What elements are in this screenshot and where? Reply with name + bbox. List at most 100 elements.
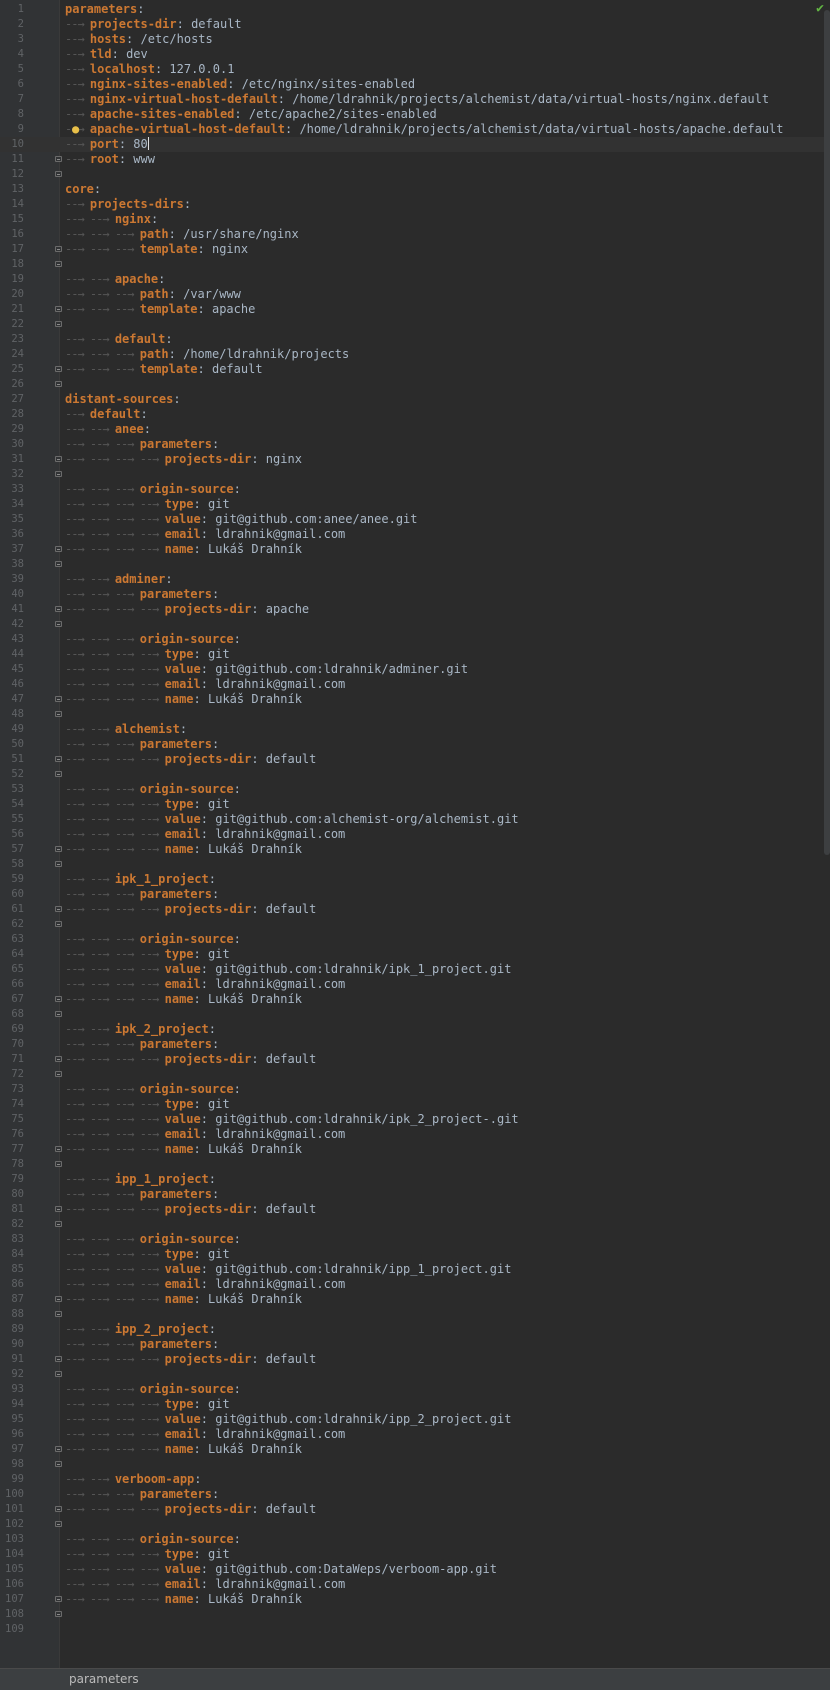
code-line[interactable]: 73 --→ --→ --→ origin-source: (0, 1082, 830, 1097)
code-line[interactable]: 66 --→ --→ --→ --→ email: ldrahnik@gmail.… (0, 977, 830, 992)
code-line[interactable]: 101 --→ --→ --→ --→ projects-dir: default (0, 1502, 830, 1517)
code-text[interactable]: --→ hosts: /etc/hosts (65, 32, 213, 47)
code-line[interactable]: 48 (0, 707, 830, 722)
code-line[interactable]: 23 --→ --→ default: (0, 332, 830, 347)
code-line[interactable]: 82 (0, 1217, 830, 1232)
code-line[interactable]: 2 --→ projects-dir: default (0, 17, 830, 32)
code-line[interactable]: 83 --→ --→ --→ origin-source: (0, 1232, 830, 1247)
code-text[interactable]: --→ --→ --→ --→ email: ldrahnik@gmail.co… (65, 527, 345, 542)
code-editor[interactable]: 1 parameters: 2 --→ projects-dir: default 3 -… (0, 0, 830, 1668)
code-line[interactable]: 84 --→ --→ --→ --→ type: git (0, 1247, 830, 1262)
code-line[interactable]: 17 --→ --→ --→ template: nginx (0, 242, 830, 257)
fold-toggle-icon[interactable] (55, 1506, 62, 1512)
code-line[interactable]: 107 --→ --→ --→ --→ name: Lukáš Drahník (0, 1592, 830, 1607)
code-line[interactable]: 39 --→ --→ adminer: (0, 572, 830, 587)
code-text[interactable]: --→ --→ --→ path: /home/ldrahnik/project… (65, 347, 349, 362)
code-text[interactable]: --→ apache-sites-enabled: /etc/apache2/s… (65, 107, 437, 122)
code-text[interactable]: --→ --→ --→ --→ value: git@github.com:an… (65, 512, 418, 527)
code-text[interactable]: --→ nginx-virtual-host-default: /home/ld… (65, 92, 769, 107)
code-line[interactable]: 51 --→ --→ --→ --→ projects-dir: default (0, 752, 830, 767)
code-line[interactable]: 77 --→ --→ --→ --→ name: Lukáš Drahník (0, 1142, 830, 1157)
code-text[interactable]: parameters: (65, 2, 144, 17)
code-text[interactable]: --→ --→ --→ --→ value: git@github.com:ld… (65, 1412, 511, 1427)
fold-toggle-icon[interactable] (55, 1161, 62, 1167)
code-line[interactable]: 95 --→ --→ --→ --→ value: git@github.com:… (0, 1412, 830, 1427)
fold-toggle-icon[interactable] (55, 306, 62, 312)
fold-toggle-icon[interactable] (55, 321, 62, 327)
code-line[interactable]: 3 --→ hosts: /etc/hosts (0, 32, 830, 47)
code-text[interactable]: --→ --→ --→ --→ type: git (65, 947, 230, 962)
code-text[interactable]: --→ --→ verboom-app: (65, 1472, 202, 1487)
code-text[interactable]: distant-sources: (65, 392, 181, 407)
code-text[interactable]: --→ --→ --→ --→ type: git (65, 1097, 230, 1112)
code-line[interactable]: 1 parameters: (0, 2, 830, 17)
code-text[interactable]: --→ --→ anee: (65, 422, 151, 437)
code-text[interactable]: --→ --→ --→ --→ projects-dir: default (65, 752, 316, 767)
code-line[interactable]: 85 --→ --→ --→ --→ value: git@github.com:… (0, 1262, 830, 1277)
code-text[interactable]: --→ localhost: 127.0.0.1 (65, 62, 234, 77)
code-line[interactable]: 99 --→ --→ verboom-app: (0, 1472, 830, 1487)
fold-toggle-icon[interactable] (55, 471, 62, 477)
code-line[interactable]: 29 --→ --→ anee: (0, 422, 830, 437)
code-line[interactable]: 52 (0, 767, 830, 782)
fold-toggle-icon[interactable] (55, 366, 62, 372)
fold-toggle-icon[interactable] (55, 1596, 62, 1602)
code-text[interactable]: --→ --→ --→ --→ email: ldrahnik@gmail.co… (65, 677, 345, 692)
code-text[interactable]: --→ --→ ipk_1_project: (65, 872, 216, 887)
code-text[interactable]: --→ --→ --→ --→ value: git@github.com:al… (65, 812, 519, 827)
code-line[interactable]: 74 --→ --→ --→ --→ type: git (0, 1097, 830, 1112)
code-line[interactable]: 97 --→ --→ --→ --→ name: Lukáš Drahník (0, 1442, 830, 1457)
code-line[interactable]: 12 (0, 167, 830, 182)
breadcrumb[interactable]: parameters (69, 1672, 139, 1686)
code-line[interactable]: 20 --→ --→ --→ path: /var/www (0, 287, 830, 302)
code-line[interactable]: 45 --→ --→ --→ --→ value: git@github.com:… (0, 662, 830, 677)
code-text[interactable]: --→ --→ --→ --→ value: git@github.com:Da… (65, 1562, 497, 1577)
code-line[interactable]: 47 --→ --→ --→ --→ name: Lukáš Drahník (0, 692, 830, 707)
code-line[interactable]: 80 --→ --→ --→ parameters: (0, 1187, 830, 1202)
code-line[interactable]: 76 --→ --→ --→ --→ email: ldrahnik@gmail.… (0, 1127, 830, 1142)
code-text[interactable]: --→ --→ --→ --→ projects-dir: default (65, 1202, 316, 1217)
code-text[interactable]: --→ --→ --→ parameters: (65, 1187, 219, 1202)
code-line[interactable]: 14 --→ projects-dirs: (0, 197, 830, 212)
code-line[interactable]: 60 --→ --→ --→ parameters: (0, 887, 830, 902)
code-text[interactable]: --→ --→ --→ --→ projects-dir: default (65, 902, 316, 917)
code-line[interactable]: 40 --→ --→ --→ parameters: (0, 587, 830, 602)
code-line[interactable]: 28 --→ default: (0, 407, 830, 422)
fold-toggle-icon[interactable] (55, 606, 62, 612)
code-line[interactable]: 43 --→ --→ --→ origin-source: (0, 632, 830, 647)
code-line[interactable]: 24 --→ --→ --→ path: /home/ldrahnik/proje… (0, 347, 830, 362)
fold-toggle-icon[interactable] (55, 1311, 62, 1317)
code-text[interactable]: --→ --→ --→ parameters: (65, 437, 219, 452)
fold-toggle-icon[interactable] (55, 756, 62, 762)
code-line[interactable]: 8 --→ apache-sites-enabled: /etc/apache2/… (0, 107, 830, 122)
code-text[interactable]: --→ --→ --→ parameters: (65, 1037, 219, 1052)
code-text[interactable]: --→ --→ --→ origin-source: (65, 782, 241, 797)
code-line[interactable]: 32 (0, 467, 830, 482)
fold-toggle-icon[interactable] (55, 696, 62, 702)
fold-toggle-icon[interactable] (55, 771, 62, 777)
code-line[interactable]: 90 --→ --→ --→ parameters: (0, 1337, 830, 1352)
fold-toggle-icon[interactable] (55, 1056, 62, 1062)
code-line[interactable]: 19 --→ --→ apache: (0, 272, 830, 287)
code-line[interactable]: 13 core: (0, 182, 830, 197)
code-line[interactable]: 26 (0, 377, 830, 392)
code-line[interactable]: 78 (0, 1157, 830, 1172)
code-text[interactable]: --→ --→ --→ --→ value: git@github.com:ld… (65, 962, 511, 977)
code-line[interactable]: 5 --→ localhost: 127.0.0.1 (0, 62, 830, 77)
code-text[interactable]: --→ --→ --→ --→ name: Lukáš Drahník (65, 1442, 302, 1457)
code-line[interactable]: 86 --→ --→ --→ --→ email: ldrahnik@gmail.… (0, 1277, 830, 1292)
code-line[interactable]: 103 --→ --→ --→ origin-source: (0, 1532, 830, 1547)
code-line[interactable]: 65 --→ --→ --→ --→ value: git@github.com:… (0, 962, 830, 977)
code-text[interactable]: --→ --→ --→ --→ email: ldrahnik@gmail.co… (65, 1577, 345, 1592)
code-line[interactable]: 108 (0, 1607, 830, 1622)
code-line[interactable]: 41 --→ --→ --→ --→ projects-dir: apache (0, 602, 830, 617)
code-text[interactable]: --→ projects-dirs: (65, 197, 191, 212)
code-line[interactable]: 68 (0, 1007, 830, 1022)
code-text[interactable]: --→ --→ --→ origin-source: (65, 632, 241, 647)
code-line[interactable]: 34 --→ --→ --→ --→ type: git (0, 497, 830, 512)
code-line[interactable]: 36 --→ --→ --→ --→ email: ldrahnik@gmail.… (0, 527, 830, 542)
code-text[interactable]: --→ --→ --→ --→ email: ldrahnik@gmail.co… (65, 977, 345, 992)
code-line[interactable]: 7 --→ nginx-virtual-host-default: /home/l… (0, 92, 830, 107)
code-line[interactable]: 9 --→ apache-virtual-host-default: /home/… (0, 122, 830, 137)
code-text[interactable]: --→ --→ --→ --→ projects-dir: apache (65, 602, 309, 617)
